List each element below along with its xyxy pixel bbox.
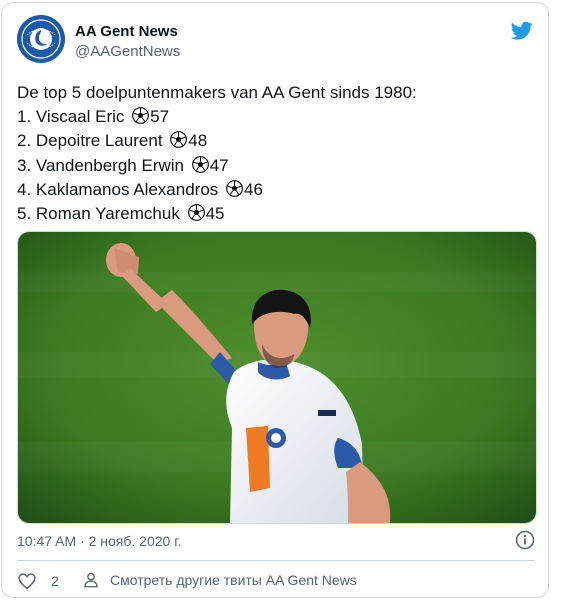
- soccer-ball-icon: [226, 179, 243, 197]
- player-celebration-image: [18, 232, 536, 523]
- tweet-line: 2. Depoitre Laurent 48: [17, 131, 208, 151]
- tweet-photo[interactable]: [17, 231, 537, 524]
- soccer-ball-icon: [191, 155, 209, 173]
- more-tweets-link[interactable]: Смотреть другие твиты AA Gent News: [82, 571, 357, 589]
- heart-icon: [18, 573, 36, 590]
- tweet-timestamp[interactable]: 10:47 AM · 2 нояб. 2020 г.: [17, 533, 182, 549]
- more-tweets-label: Смотреть другие твиты AA Gent News: [110, 572, 357, 588]
- club-logo-icon: [17, 15, 65, 63]
- soccer-ball-icon: [187, 204, 205, 221]
- author-avatar[interactable]: [17, 15, 65, 63]
- tweet-line-title: De top 5 doelpuntenmakers van AA Gent si…: [17, 83, 417, 102]
- tweet-line: 5. Roman Yaremchuk 45: [17, 204, 225, 224]
- tweet-card[interactable]: AA Gent News @AAGentNews De top 5 doelpu…: [1, 2, 549, 598]
- soccer-ball-icon: [132, 107, 150, 125]
- person-icon: [84, 572, 98, 588]
- tweet-line: 1. Viscaal Eric 57: [17, 107, 170, 127]
- twitter-bird-icon[interactable]: [511, 19, 533, 41]
- author-name[interactable]: AA Gent News: [75, 23, 178, 40]
- author-handle[interactable]: @AAGentNews: [75, 43, 180, 60]
- tweet-line: 3. Vandenbergh Erwin 47: [17, 155, 229, 175]
- soccer-ball-icon: [170, 131, 188, 149]
- like-count: 2: [51, 573, 59, 589]
- info-icon[interactable]: [515, 530, 535, 550]
- divider: [17, 560, 535, 561]
- tweet-line: 4. Kaklamanos Alexandros 46: [17, 179, 263, 199]
- like-button[interactable]: 2: [17, 571, 59, 591]
- tweet-text: De top 5 doelpuntenmakers van AA Gent si…: [17, 81, 537, 226]
